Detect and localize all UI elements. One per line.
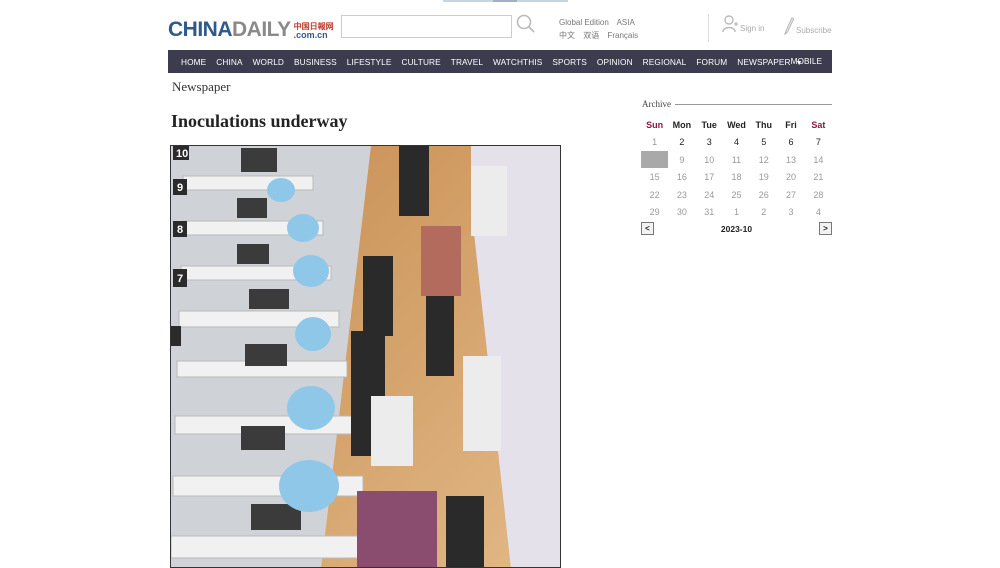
calendar-day[interactable]: 14 <box>805 155 832 165</box>
nav-watchthis[interactable]: WATCHTHIS <box>488 57 547 67</box>
calendar-day[interactable]: 12 <box>750 155 777 165</box>
calendar-week-row: 8 9 10 11 12 13 14 <box>641 151 832 169</box>
calendar-day[interactable]: 13 <box>777 155 804 165</box>
prev-month-button[interactable]: < <box>641 222 654 235</box>
edition-french-link[interactable]: Français <box>607 31 638 40</box>
nav-opinion[interactable]: OPINION <box>592 57 638 67</box>
svg-text:10: 10 <box>176 148 188 160</box>
calendar-day[interactable]: 26 <box>750 190 777 200</box>
calendar-day[interactable]: 7 <box>805 137 832 147</box>
edition-selector: Global Edition ASIA 中文 双语 Français <box>559 16 644 42</box>
weekday-wed: Wed <box>727 119 746 130</box>
subscribe-label: Subscribe <box>796 26 832 35</box>
archive-calendar: Sun Mon Tue Wed Thu Fri Sat 1 2 3 4 5 6 … <box>641 116 832 235</box>
calendar-week-row: 1 2 3 4 5 6 7 <box>641 134 832 152</box>
next-month-button[interactable]: > <box>818 222 832 235</box>
main-nav: HOME CHINA WORLD BUSINESS LIFESTYLE CULT… <box>168 50 832 73</box>
calendar-day[interactable]: 11 <box>723 155 750 165</box>
china-daily-logo[interactable]: CHINADAILY 中国日報网 .com.cn <box>168 14 334 40</box>
weekday-mon: Mon <box>672 119 692 130</box>
nav-culture[interactable]: CULTURE <box>397 57 446 67</box>
archive-label: Archive <box>642 99 671 109</box>
article-photo: 10 9 8 7 <box>170 145 561 568</box>
weekday-thu: Thu <box>755 119 773 130</box>
calendar-day[interactable]: 22 <box>641 190 668 200</box>
header-divider <box>708 14 709 42</box>
calendar-day-selected[interactable]: 8 <box>641 151 669 169</box>
calendar-month-label: 2023-10 <box>720 223 753 234</box>
nav-world[interactable]: WORLD <box>248 57 289 67</box>
calendar-week-row: 15 16 17 18 19 20 21 <box>641 169 832 187</box>
weekday-sat: Sat <box>811 119 826 130</box>
calendar-day[interactable]: 23 <box>668 190 695 200</box>
calendar-day[interactable]: 3 <box>777 207 804 217</box>
svg-text:9: 9 <box>177 182 183 194</box>
calendar-day[interactable]: 27 <box>777 190 804 200</box>
calendar-day[interactable]: 15 <box>641 172 668 182</box>
sign-in-link[interactable]: Sign in <box>722 15 764 33</box>
calendar-week-row: 29 30 31 1 2 3 4 <box>641 204 832 222</box>
calendar-day[interactable]: 18 <box>723 172 750 182</box>
nav-regional[interactable]: REGIONAL <box>638 57 692 67</box>
breadcrumb[interactable]: Newspaper <box>172 79 230 95</box>
article-title: Inoculations underway <box>171 111 348 131</box>
calendar-day[interactable]: 19 <box>750 172 777 182</box>
calendar-day[interactable]: 24 <box>696 190 723 200</box>
calendar-day[interactable]: 4 <box>723 137 750 147</box>
nav-newspaper-label: NEWSPAPER <box>737 56 791 67</box>
calendar-day[interactable]: 1 <box>641 137 668 147</box>
search-icon[interactable] <box>516 14 536 34</box>
user-icon <box>722 15 738 33</box>
logo-domain-text: .com.cn <box>293 30 328 40</box>
nav-sports[interactable]: SPORTS <box>547 57 592 67</box>
edition-bilingual-link[interactable]: 双语 <box>583 31 599 40</box>
calendar-weekday-row: Sun Mon Tue Wed Thu Fri Sat <box>641 116 832 134</box>
calendar-day[interactable]: 1 <box>723 207 750 217</box>
svg-text:8: 8 <box>177 224 183 236</box>
archive-heading: Archive <box>642 99 832 109</box>
calendar-day[interactable]: 25 <box>723 190 750 200</box>
calendar-day[interactable]: 10 <box>696 155 723 165</box>
calendar-day[interactable]: 3 <box>696 137 723 147</box>
calendar-day[interactable]: 5 <box>750 137 777 147</box>
vaccination-hall-photo: 10 9 8 7 <box>171 146 560 567</box>
calendar-day[interactable]: 21 <box>805 172 832 182</box>
calendar-day[interactable]: 17 <box>696 172 723 182</box>
svg-text:7: 7 <box>177 273 183 285</box>
weekday-fri: Fri <box>785 119 797 130</box>
calendar-week-row: 22 23 24 25 26 27 28 <box>641 186 832 204</box>
nav-mobile[interactable]: MOBILE <box>791 56 822 66</box>
calendar-day[interactable]: 28 <box>805 190 832 200</box>
nav-china[interactable]: CHINA <box>211 57 247 67</box>
calendar-day[interactable]: 2 <box>668 137 695 147</box>
nav-business[interactable]: BUSINESS <box>289 57 342 67</box>
edition-global-link[interactable]: Global Edition <box>559 18 609 27</box>
nav-forum[interactable]: FORUM <box>691 57 732 67</box>
weekday-sun: Sun <box>646 119 664 130</box>
nav-travel[interactable]: TRAVEL <box>446 57 488 67</box>
calendar-day[interactable]: 2 <box>750 207 777 217</box>
weekday-tue: Tue <box>701 119 717 130</box>
pen-icon <box>784 17 794 35</box>
nav-lifestyle[interactable]: LIFESTYLE <box>342 57 397 67</box>
search-input[interactable] <box>341 15 512 38</box>
calendar-day[interactable]: 31 <box>696 207 723 217</box>
calendar-day[interactable]: 9 <box>668 155 695 165</box>
logo-text: CHINADAILY <box>168 18 291 41</box>
sign-in-label: Sign in <box>740 24 765 33</box>
top-accent-line <box>443 0 568 2</box>
nav-home[interactable]: HOME <box>168 57 211 67</box>
calendar-day[interactable]: 4 <box>805 207 832 217</box>
calendar-day[interactable]: 6 <box>777 137 804 147</box>
calendar-day[interactable]: 30 <box>668 207 695 217</box>
calendar-day[interactable]: 29 <box>641 207 668 217</box>
edition-chinese-link[interactable]: 中文 <box>559 31 575 40</box>
calendar-footer: < 2023-10 > <box>641 222 832 235</box>
calendar-day[interactable]: 20 <box>777 172 804 182</box>
edition-asia-link[interactable]: ASIA <box>617 18 635 27</box>
calendar-day[interactable]: 16 <box>668 172 695 182</box>
subscribe-link[interactable]: Subscribe <box>784 17 832 35</box>
